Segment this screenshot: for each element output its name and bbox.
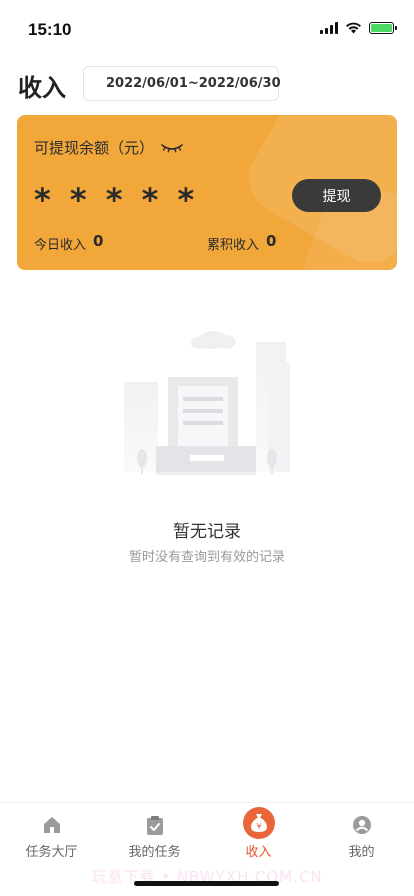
tab-task-hall-label: 任务大厅 (25, 845, 78, 860)
wifi-icon (346, 22, 361, 34)
tab-task-hall[interactable]: 任务大厅 (0, 803, 103, 865)
date-range-picker[interactable]: 2022/06/01~2022/06/30 (83, 66, 281, 101)
empty-records-illustration (124, 331, 290, 475)
money-bag-icon: ¥ (250, 814, 267, 832)
status-icons (320, 22, 397, 34)
tab-my-tasks[interactable]: 我的任务 (103, 803, 206, 865)
tab-income-label: 收入 (245, 845, 272, 860)
balance-label-row: 可提现余额（元） (34, 137, 184, 158)
today-income-label: 今日收入 (34, 238, 87, 253)
tab-my-tasks-label: 我的任务 (128, 845, 181, 860)
date-range-text: 2022/06/01~2022/06/30 (106, 76, 281, 91)
tab-income[interactable]: ¥ 收入 (207, 803, 310, 865)
total-income-value: 0 (266, 232, 277, 250)
balance-label: 可提现余额（元） (34, 139, 155, 157)
status-bar: 15:10 (0, 0, 414, 56)
task-clipboard-icon (146, 815, 163, 835)
tab-mine[interactable]: 我的 (310, 803, 413, 865)
cellular-signal-icon (320, 22, 338, 34)
home-icon (43, 817, 60, 833)
page-title: 收入 (18, 74, 66, 102)
today-income-value: 0 (93, 232, 104, 250)
profile-icon (352, 816, 371, 834)
eye-closed-icon[interactable] (160, 142, 184, 154)
withdraw-button[interactable]: 提现 (292, 179, 381, 212)
balance-value-masked: * * * * * (34, 181, 199, 219)
tab-mine-label: 我的 (348, 845, 375, 860)
total-income-label: 累积收入 (207, 238, 260, 253)
svg-text:¥: ¥ (256, 822, 261, 831)
home-indicator (134, 881, 279, 886)
battery-icon (369, 22, 397, 34)
status-time: 15:10 (28, 20, 72, 39)
balance-card: 可提现余额（元） * * * * * 提现 今日收入 0 累积收入 0 (17, 115, 397, 270)
empty-subtitle: 暂时没有查询到有效的记录 (128, 550, 285, 565)
empty-title: 暂无记录 (173, 522, 241, 542)
